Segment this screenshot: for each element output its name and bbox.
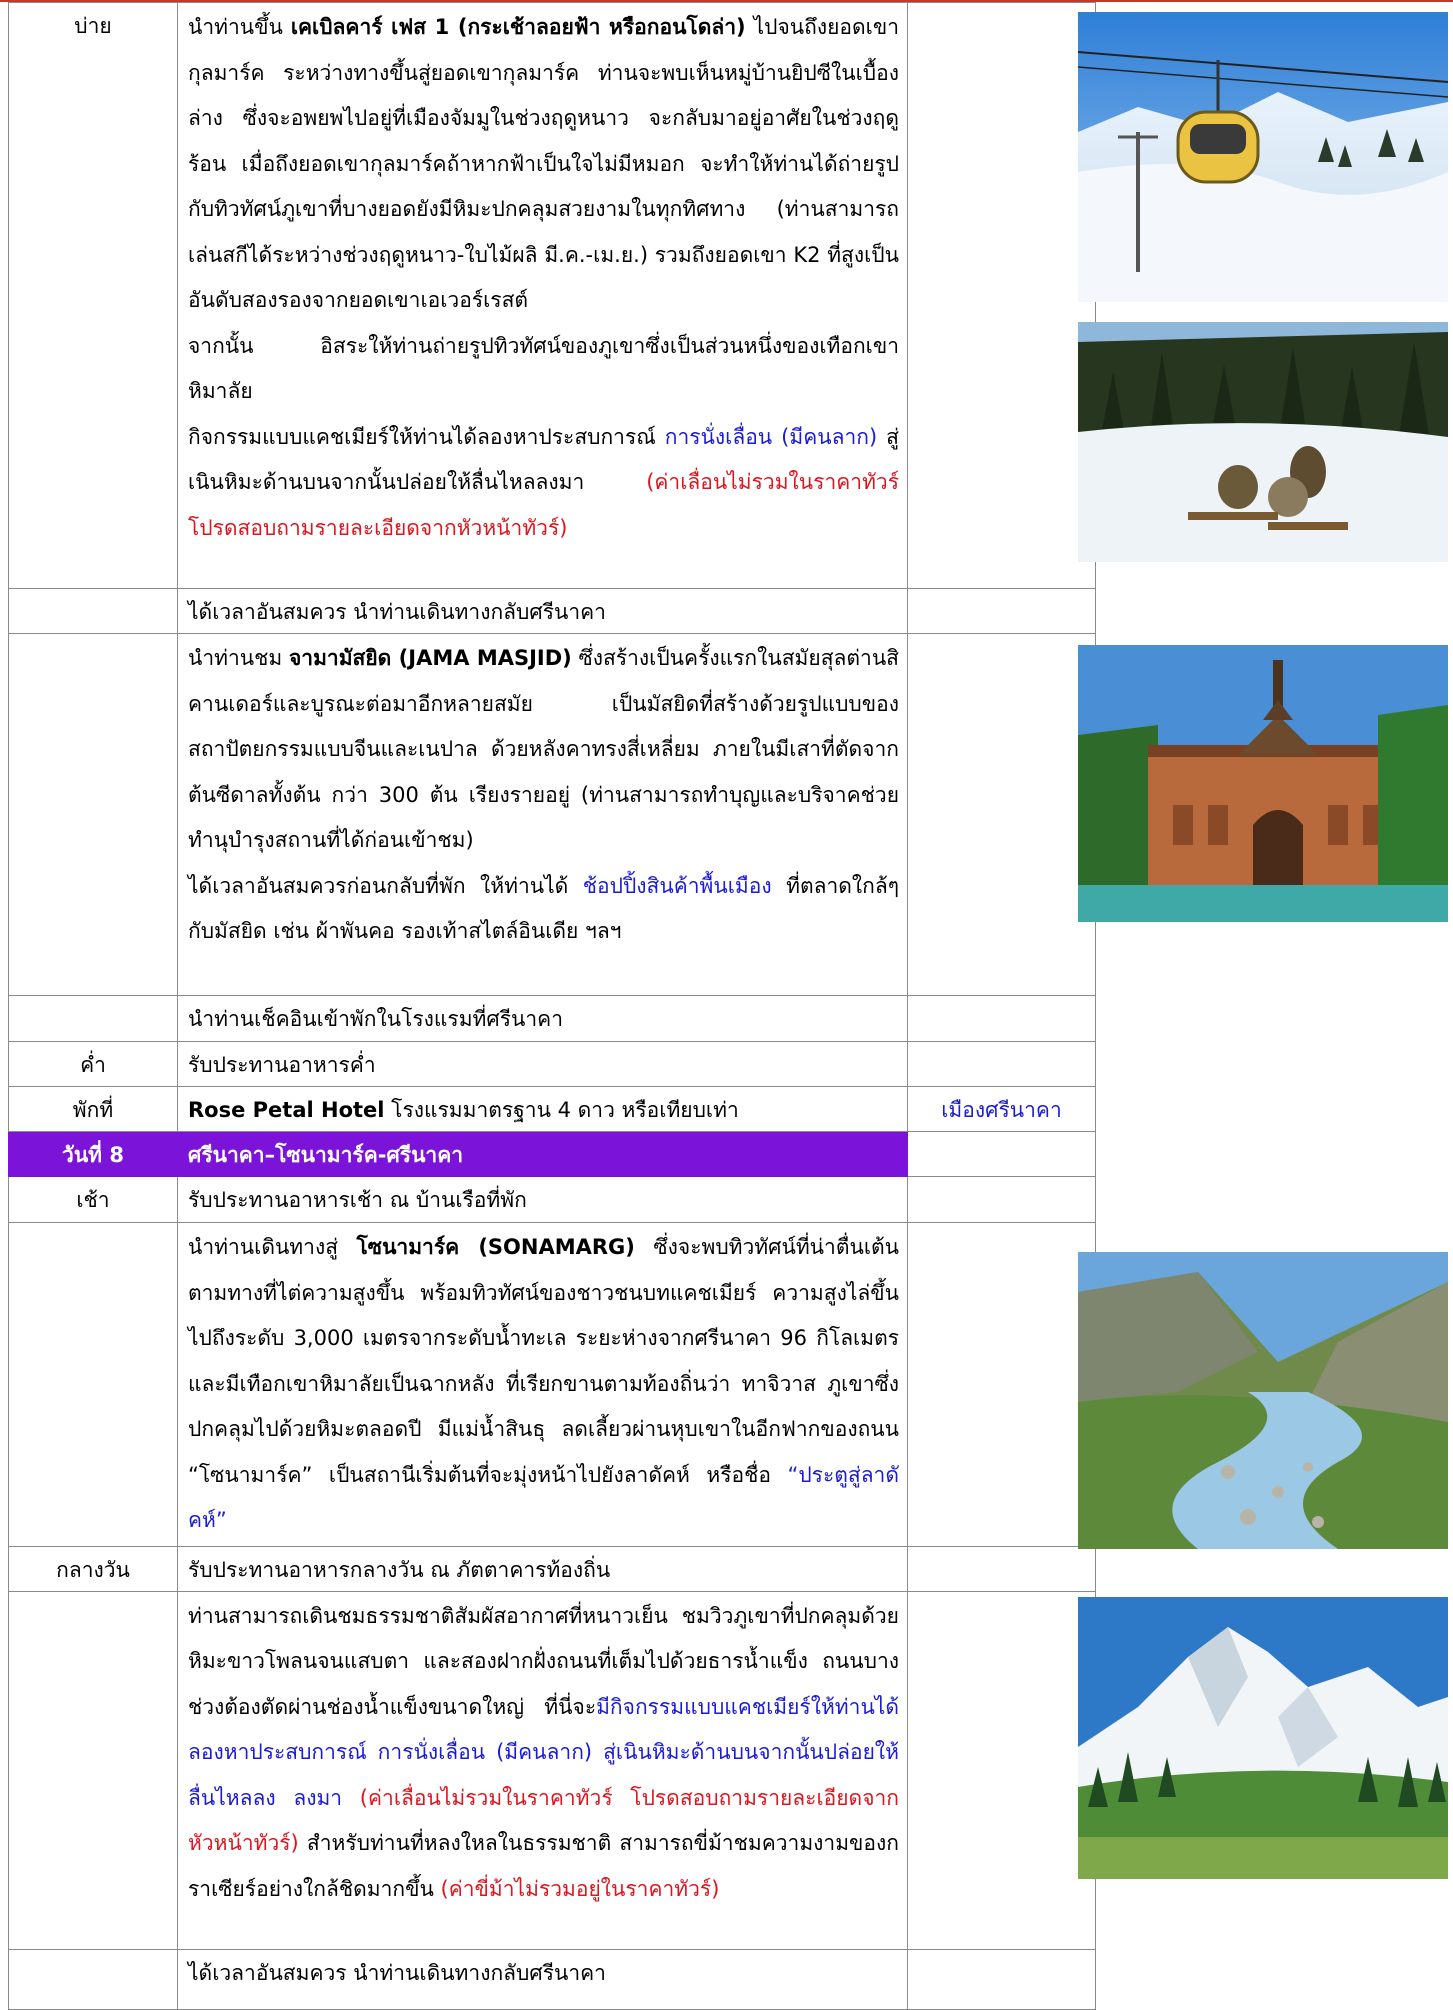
table-row: ได้เวลาอันสมควร นำท่านเดินทางกลับศรีนาคา [8,588,1096,634]
activity-text: นำท่านขึ้น เคเบิลคาร์ เฟส 1 (กระเช้าลอยฟ… [177,2,908,589]
activity-text: ได้เวลาอันสมควร นำท่านเดินทางกลับศรีนาคา [177,588,908,634]
city-label: เมืองศรีนาคา [907,1086,1096,1132]
activity-text: นำท่านเช็คอินเข้าพักในโรงแรมที่ศรีนาคา [177,995,908,1042]
time-label [8,1222,178,1547]
sled-photo [1078,322,1448,562]
time-label [8,633,178,996]
himalaya-peak-photo [1078,1597,1448,1879]
time-label [8,1590,178,1950]
activity-text: รับประทานอาหารเช้า ณ บ้านเรือที่พัก [177,1176,908,1223]
table-row: กลางวัน รับประทานอาหารกลางวัน ณ ภัตตาคาร… [8,1545,1096,1592]
time-label: บ่าย [8,2,178,589]
jama-masjid-photo [1078,645,1448,922]
image-cell [907,995,1096,1042]
time-label: เช้า [8,1176,178,1223]
time-label: กลางวัน [8,1545,178,1592]
activity-text: ได้เวลาอันสมควร นำท่านเดินทางกลับศรีนาคา [177,1948,908,2010]
gondola-photo [1078,12,1448,302]
day-header-row: วันที่ 8 ศรีนาคา–โซนามาร์ค-ศรีนาคา [8,1131,1096,1177]
activity-text: รับประทานอาหารกลางวัน ณ ภัตตาคารท้องถิ่น [177,1545,908,1592]
table-row: ได้เวลาอันสมควร นำท่านเดินทางกลับศรีนาคา [8,1948,1096,2010]
table-row: นำท่านชม จามามัสยิด (JAMA MASJID) ซึ่งสร… [8,633,1096,996]
time-label [8,1948,178,2010]
activity-text: ท่านสามารถเดินชมธรรมชาติสัมผัสอากาศที่หน… [177,1590,908,1950]
image-cell [907,1545,1096,1592]
sonamarg-river-photo [1078,1252,1448,1549]
table-row: เช้า รับประทานอาหารเช้า ณ บ้านเรือที่พัก [8,1176,1096,1223]
image-cell [907,2,1096,589]
table-row: นำท่านเช็คอินเข้าพักในโรงแรมที่ศรีนาคา [8,995,1096,1042]
table-row: บ่าย นำท่านขึ้น เคเบิลคาร์ เฟส 1 (กระเช้… [8,2,1096,589]
day-header-blank [907,1131,1096,1177]
image-cell [907,1948,1096,2010]
time-label [8,588,178,634]
day-route: ศรีนาคา–โซนามาร์ค-ศรีนาคา [177,1131,908,1177]
image-cell [907,1176,1096,1223]
itinerary-table: บ่าย นำท่านขึ้น เคเบิลคาร์ เฟส 1 (กระเช้… [8,2,1096,2010]
time-label [8,995,178,1042]
image-cell [907,1041,1096,1087]
activity-text: Rose Petal Hotel โรงแรมมาตรฐาน 4 ดาว หรื… [177,1086,908,1132]
table-row: ท่านสามารถเดินชมธรรมชาติสัมผัสอากาศที่หน… [8,1590,1096,1950]
table-row: ค่ำ รับประทานอาหารค่ำ [8,1041,1096,1087]
activity-text: นำท่านเดินทางสู่ โซนามาร์ค (SONAMARG) ซึ… [177,1222,908,1547]
image-cell [907,588,1096,634]
image-cell [907,1590,1096,1950]
image-cell [907,633,1096,996]
hotel-name: Rose Petal Hotel [188,1098,385,1122]
table-row: พักที่ Rose Petal Hotel โรงแรมมาตรฐาน 4 … [8,1086,1096,1132]
time-label: พักที่ [8,1086,178,1132]
image-cell [907,1222,1096,1547]
day-number: วันที่ 8 [8,1131,178,1177]
activity-text: นำท่านชม จามามัสยิด (JAMA MASJID) ซึ่งสร… [177,633,908,996]
activity-text: รับประทานอาหารค่ำ [177,1041,908,1087]
time-label: ค่ำ [8,1041,178,1087]
table-row: นำท่านเดินทางสู่ โซนามาร์ค (SONAMARG) ซึ… [8,1222,1096,1547]
